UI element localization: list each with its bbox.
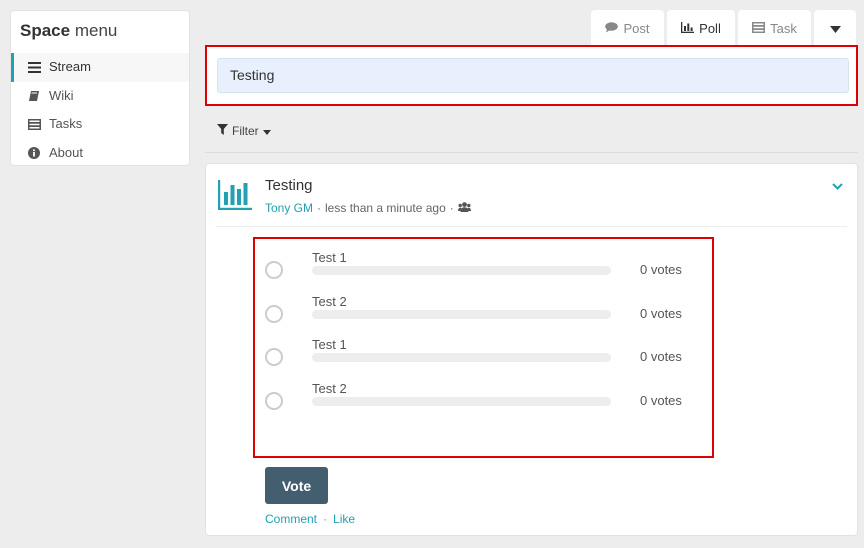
poll-post-card: Testing Tony GM · less than a minute ago… — [205, 163, 858, 536]
poll-question-input[interactable]: Testing — [217, 58, 849, 93]
option-vote-count: 0 votes — [640, 262, 682, 277]
author-link[interactable]: Tony GM — [265, 201, 313, 215]
filter-dropdown[interactable]: Filter — [217, 124, 271, 138]
post-actions: Comment · Like — [265, 512, 355, 526]
poll-option[interactable]: Test 2 0 votes — [255, 293, 712, 333]
option-label: Test 1 — [312, 250, 347, 265]
caret-down-icon — [262, 124, 271, 138]
sidebar-item-tasks[interactable]: Tasks — [11, 110, 189, 139]
post-timestamp[interactable]: less than a minute ago — [325, 201, 446, 215]
option-label: Test 1 — [312, 337, 347, 352]
option-progress-bar — [312, 310, 611, 319]
sidebar-item-label: Wiki — [49, 87, 74, 103]
sidebar-item-wiki[interactable]: Wiki — [11, 82, 189, 111]
space-menu-sidebar: Space menu Stream Wiki Tasks About — [10, 10, 190, 166]
tasks-icon — [752, 21, 766, 36]
post-composer: Testing — [205, 45, 858, 106]
option-vote-count: 0 votes — [640, 349, 682, 364]
option-radio[interactable] — [265, 305, 283, 323]
poll-option[interactable]: Test 1 0 votes — [255, 249, 712, 289]
option-radio[interactable] — [265, 261, 283, 279]
sidebar-item-label: Tasks — [49, 116, 83, 131]
option-radio[interactable] — [265, 392, 283, 410]
sidebar-item-about[interactable]: About — [11, 139, 189, 168]
sidebar-title: Space menu — [11, 11, 189, 53]
comment-link[interactable]: Comment — [265, 512, 317, 526]
option-label: Test 2 — [312, 294, 347, 309]
content-type-tabs: Post Poll Task — [591, 10, 856, 46]
post-meta: Tony GM · less than a minute ago · — [265, 201, 471, 215]
bar-chart-icon — [681, 21, 695, 36]
tab-more-dropdown[interactable] — [814, 10, 856, 46]
poll-options: Test 1 0 votes Test 2 0 votes Test 1 0 v… — [253, 237, 714, 458]
sidebar-title-light: menu — [74, 21, 118, 40]
tab-post-label: Post — [623, 20, 650, 36]
post-options-chevron-icon[interactable] — [832, 178, 843, 193]
meta-separator: · — [317, 201, 322, 215]
option-progress-bar — [312, 266, 611, 275]
filter-divider — [205, 152, 858, 153]
option-progress-bar — [312, 353, 611, 362]
option-progress-bar — [312, 397, 611, 406]
option-label: Test 2 — [312, 381, 347, 396]
like-link[interactable]: Like — [333, 512, 355, 526]
sidebar-item-label: About — [49, 144, 83, 160]
sidebar-item-stream[interactable]: Stream — [11, 53, 189, 82]
vote-button[interactable]: Vote — [265, 467, 328, 504]
tab-task-label: Task — [770, 20, 797, 36]
bars-icon — [27, 53, 41, 82]
action-separator: · — [323, 512, 328, 526]
filter-icon — [217, 124, 228, 138]
tab-task[interactable]: Task — [738, 10, 811, 46]
meta-separator: · — [449, 201, 454, 215]
tab-post[interactable]: Post — [591, 10, 664, 46]
tab-poll-label: Poll — [699, 20, 721, 36]
info-circle-icon — [27, 139, 41, 168]
sidebar-item-label: Stream — [49, 59, 91, 74]
option-radio[interactable] — [265, 348, 283, 366]
option-vote-count: 0 votes — [640, 393, 682, 408]
users-icon — [457, 201, 471, 215]
poll-option[interactable]: Test 2 0 votes — [255, 380, 712, 420]
caret-down-icon — [829, 21, 841, 36]
poll-bar-chart-icon — [217, 180, 253, 210]
book-icon — [27, 82, 41, 111]
comment-icon — [605, 21, 619, 36]
filter-label: Filter — [232, 124, 259, 138]
tasks-icon — [27, 110, 41, 139]
tab-poll[interactable]: Poll — [667, 10, 735, 46]
option-vote-count: 0 votes — [640, 306, 682, 321]
post-title: Testing — [265, 177, 313, 194]
card-divider — [216, 226, 847, 227]
poll-option[interactable]: Test 1 0 votes — [255, 336, 712, 376]
sidebar-title-bold: Space — [20, 21, 71, 40]
